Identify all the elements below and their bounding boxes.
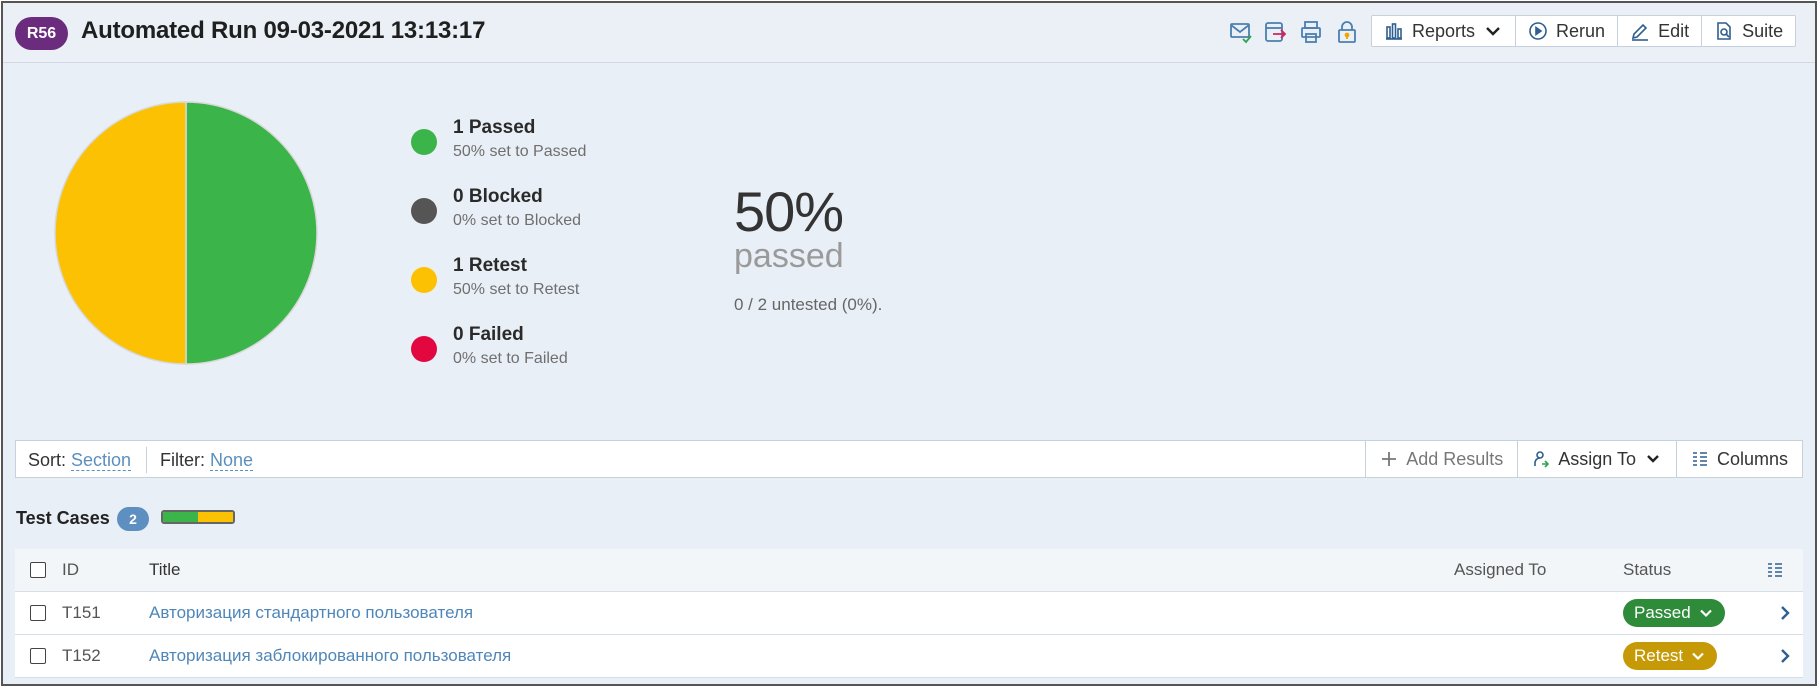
column-settings-icon[interactable] — [1765, 560, 1785, 580]
legend-dot — [411, 198, 437, 224]
filterbar-actions: Add Results Assign To Columns — [1365, 441, 1802, 477]
add-results-button[interactable]: Add Results — [1365, 441, 1517, 477]
table-row[interactable]: T151 Авторизация стандартного пользовате… — [15, 592, 1803, 635]
legend-label: 0 Failed — [453, 324, 524, 345]
rerun-label: Rerun — [1556, 20, 1606, 41]
legend-dot — [411, 336, 437, 362]
chevron-down-icon — [1486, 27, 1500, 36]
chevron-right-icon[interactable] — [1775, 646, 1795, 666]
column-header-title[interactable]: Title — [149, 560, 181, 580]
status-label: Retest — [1634, 646, 1684, 665]
test-cases-progress-bar — [161, 510, 235, 524]
legend-label: 1 Retest — [453, 255, 527, 276]
passed-percentage: 50% — [734, 180, 844, 243]
chevron-right-icon[interactable] — [1775, 603, 1795, 623]
document-search-icon — [1717, 22, 1731, 40]
status-dropdown[interactable]: Passed — [1623, 599, 1725, 627]
assign-to-label: Assign To — [1558, 448, 1636, 469]
chevron-down-icon — [1699, 609, 1712, 618]
sort-value-link[interactable]: Section — [71, 450, 132, 471]
pencil-icon — [1631, 23, 1649, 41]
add-results-label: Add Results — [1406, 448, 1504, 469]
test-cases-count-badge: 2 — [117, 507, 149, 531]
sort-filter-bar: Sort: Section Filter: None Add Results A… — [15, 440, 1803, 478]
table-header-row: ID Title Assigned To Status — [15, 549, 1803, 592]
column-header-id[interactable]: ID — [62, 560, 79, 580]
print-icon[interactable] — [1299, 20, 1323, 44]
assign-to-button[interactable]: Assign To — [1517, 441, 1676, 477]
suite-label: Suite — [1742, 20, 1784, 41]
test-cases-table: ID Title Assigned To Status T151 Авториз… — [15, 549, 1803, 678]
run-id-badge: R56 — [15, 17, 68, 50]
pie-slice-passed — [185, 101, 318, 365]
progress-retest-segment — [198, 512, 233, 522]
row-checkbox[interactable] — [30, 605, 46, 621]
sort-label: Sort: — [28, 450, 67, 470]
legend-sublabel: 50% set to Passed — [453, 143, 587, 160]
bar-chart-icon — [1386, 23, 1402, 40]
progress-passed-segment — [163, 512, 198, 522]
column-header-status[interactable]: Status — [1623, 560, 1671, 580]
legend-label: 1 Passed — [453, 117, 536, 138]
select-all-checkbox[interactable] — [30, 562, 46, 578]
status-label: Passed — [1634, 603, 1691, 622]
sort-control: Sort: Section — [28, 450, 132, 471]
edit-label: Edit — [1658, 20, 1690, 41]
pie-slice-retest — [54, 101, 187, 365]
lock-icon[interactable] — [1335, 20, 1359, 44]
status-pie-chart — [54, 101, 318, 365]
status-dropdown[interactable]: Retest — [1623, 642, 1718, 670]
columns-label: Columns — [1716, 448, 1788, 469]
header-toolbar: Reports Rerun Edit Suite — [1371, 15, 1797, 47]
export-icon[interactable] — [1263, 20, 1287, 44]
test-id: T151 — [62, 603, 101, 622]
test-id: T152 — [62, 646, 101, 665]
edit-button[interactable]: Edit — [1618, 16, 1703, 46]
test-title-link[interactable]: Авторизация стандартного пользователя — [149, 603, 473, 623]
passed-word: passed — [734, 237, 844, 275]
play-circle-icon — [1529, 22, 1547, 40]
chevron-down-icon — [1692, 652, 1704, 661]
legend-dot — [411, 267, 437, 293]
columns-icon — [1692, 452, 1707, 466]
legend-sublabel: 0% set to Failed — [453, 350, 568, 367]
page-title: Automated Run 09-03-2021 13:13:17 — [81, 17, 486, 44]
legend-sublabel: 50% set to Retest — [453, 281, 580, 298]
reports-button[interactable]: Reports — [1372, 16, 1517, 46]
table-row[interactable]: T152 Авторизация заблокированного пользо… — [15, 635, 1803, 678]
divider — [146, 447, 147, 473]
column-header-assigned-to[interactable]: Assigned To — [1454, 560, 1546, 580]
row-checkbox[interactable] — [30, 648, 46, 664]
filter-control: Filter: None — [160, 450, 254, 471]
legend-label: 0 Blocked — [453, 186, 543, 207]
chevron-down-icon — [1647, 455, 1659, 463]
filter-label: Filter: — [160, 450, 205, 470]
suite-button[interactable]: Suite — [1702, 16, 1795, 46]
test-cases-heading: Test Cases — [16, 508, 110, 528]
run-header: R56 Automated Run 09-03-2021 13:13:17 Re… — [3, 3, 1815, 63]
columns-button[interactable]: Columns — [1675, 441, 1802, 477]
filter-value-link[interactable]: None — [210, 450, 254, 471]
rerun-button[interactable]: Rerun — [1516, 16, 1619, 46]
run-page: R56 Automated Run 09-03-2021 13:13:17 Re… — [1, 1, 1817, 686]
legend-dot — [411, 129, 437, 155]
test-title-link[interactable]: Авторизация заблокированного пользовател… — [149, 646, 511, 666]
user-assign-icon — [1534, 451, 1550, 468]
plus-icon — [1382, 452, 1397, 466]
untested-summary: 0 / 2 untested (0%). — [734, 295, 883, 314]
email-check-icon[interactable] — [1229, 20, 1253, 44]
reports-label: Reports — [1412, 20, 1476, 41]
legend-sublabel: 0% set to Blocked — [453, 212, 582, 229]
